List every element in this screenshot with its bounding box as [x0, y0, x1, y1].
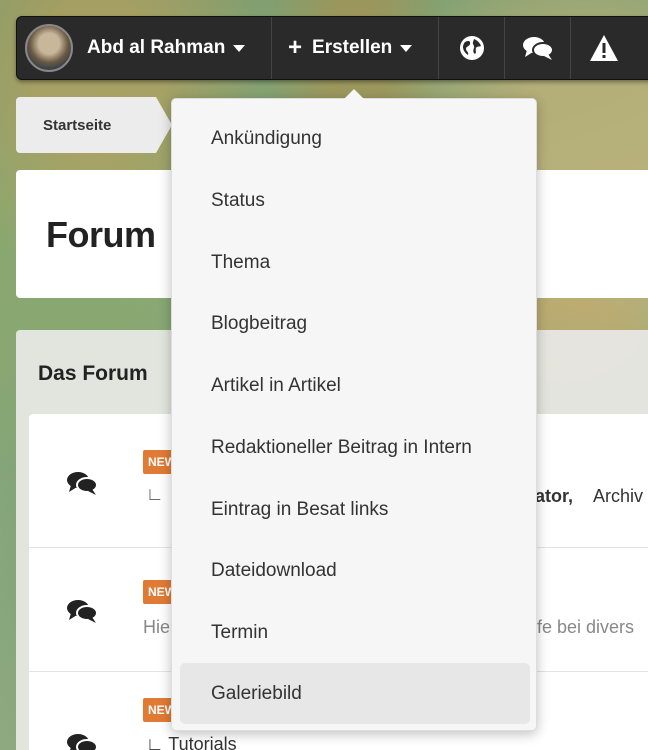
plus-icon: +	[288, 34, 303, 61]
top-navigation-bar: Abd al Rahman + Erstellen	[16, 16, 648, 80]
chevron-down-icon	[400, 44, 413, 52]
chevron-down-icon	[233, 44, 246, 52]
menu-item-link-entry[interactable]: Eintrag in Besat links	[180, 479, 530, 540]
chat-bubbles-icon	[67, 472, 98, 495]
new-badge: NEW	[143, 698, 173, 722]
menu-item-file-download[interactable]: Dateidownload	[180, 540, 530, 601]
create-label: Erstellen	[312, 37, 393, 58]
globe-icon	[459, 36, 484, 60]
user-name: Abd al Rahman	[87, 37, 226, 58]
subforum-link[interactable]: ∟ Tutorials	[146, 734, 237, 750]
new-badge: NEW	[143, 450, 173, 474]
breadcrumb-home-link[interactable]: Startseite	[43, 117, 111, 134]
create-menu-button[interactable]: + Erstellen	[272, 17, 439, 79]
menu-item-editorial-post[interactable]: Redaktioneller Beitrag in Intern	[180, 417, 530, 478]
warning-icon	[590, 35, 618, 61]
conversations-button[interactable]	[505, 17, 571, 79]
subforum-prefix: ∟	[146, 484, 164, 504]
new-badge: NEW	[143, 580, 173, 604]
breadcrumb: Startseite	[16, 97, 172, 153]
create-dropdown-menu: Ankündigung Status Thema Blogbeitrag Art…	[171, 89, 537, 731]
forum-description-tail: fe bei divers	[537, 617, 635, 637]
moderator-label: ator,	[535, 486, 574, 506]
forum-description: Hie	[143, 617, 171, 637]
chat-bubbles-icon	[67, 734, 98, 750]
menu-item-blog-post[interactable]: Blogbeitrag	[180, 293, 530, 354]
user-menu-button[interactable]: Abd al Rahman	[17, 17, 272, 79]
archive-link[interactable]: Archiv	[593, 486, 643, 507]
menu-item-article[interactable]: Artikel in Artikel	[180, 355, 530, 416]
chat-bubbles-icon	[522, 37, 554, 60]
avatar	[25, 24, 73, 72]
menu-item-event[interactable]: Termin	[180, 602, 530, 663]
menu-item-status[interactable]: Status	[180, 170, 530, 231]
section-title: Das Forum	[38, 362, 148, 385]
chat-bubbles-icon	[67, 600, 98, 623]
notifications-button[interactable]	[571, 17, 637, 79]
menu-item-announcement[interactable]: Ankündigung	[180, 108, 530, 169]
page-title: Forum	[46, 214, 156, 255]
menu-item-gallery-image[interactable]: Galeriebild	[180, 663, 530, 724]
globe-button[interactable]	[439, 17, 505, 79]
menu-item-thread[interactable]: Thema	[180, 232, 530, 293]
